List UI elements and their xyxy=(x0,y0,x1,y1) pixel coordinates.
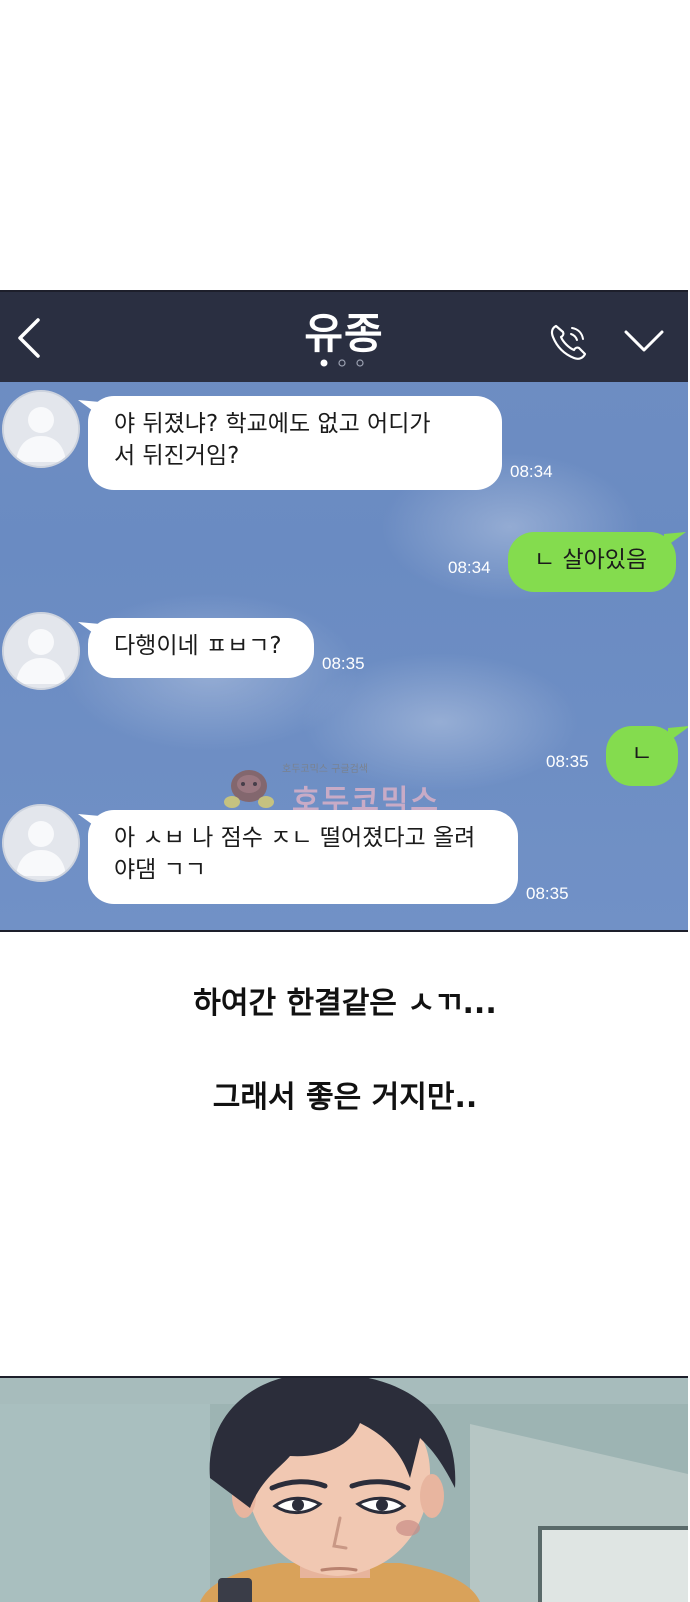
outgoing-message-bubble[interactable]: ㄴ 살아있음 xyxy=(508,532,676,592)
avatar[interactable] xyxy=(2,612,80,690)
message-timestamp: 08:34 xyxy=(448,558,491,577)
chat-screen-panel: 유종 야 뒤졌냐? 학교에도 없고 어디가 서 뒤진거임? 08:34 08:3… xyxy=(0,290,688,932)
message-text: 다행이네 ㅍㅂㄱ? xyxy=(114,633,282,659)
bubble-tail xyxy=(668,726,688,742)
character-illustration xyxy=(0,1378,688,1602)
character-illustration-panel xyxy=(0,1376,688,1602)
incoming-message-bubble[interactable]: 아 ㅅㅂ 나 점수 ㅈㄴ 떨어졌다고 올려 야댐 ㄱㄱ xyxy=(88,810,518,904)
avatar[interactable] xyxy=(2,804,80,882)
default-profile-icon xyxy=(4,806,78,880)
default-profile-icon xyxy=(4,392,78,466)
walnut-mascot-icon xyxy=(224,770,274,808)
message-text: ㄴ 살아있음 xyxy=(534,547,648,573)
default-profile-icon xyxy=(4,614,78,688)
message-timestamp: 08:35 xyxy=(526,884,569,903)
incoming-message-bubble[interactable]: 야 뒤졌냐? 학교에도 없고 어디가 서 뒤진거임? xyxy=(88,396,502,490)
message-timestamp: 08:34 xyxy=(510,462,553,481)
message-text-line: 야댐 ㄱㄱ xyxy=(114,857,206,883)
message-timestamp: 08:35 xyxy=(546,752,589,771)
message-text-line: 야 뒤졌냐? 학교에도 없고 어디가 xyxy=(114,411,431,437)
message-text-line: 아 ㅅㅂ 나 점수 ㅈㄴ 떨어졌다고 올려 xyxy=(114,825,476,851)
narration-line: 그래서 좋은 거지만.. xyxy=(212,1080,478,1115)
chevron-down-icon[interactable] xyxy=(622,326,666,356)
avatar[interactable] xyxy=(2,390,80,468)
message-timestamp: 08:35 xyxy=(322,654,365,673)
narration-line: 하여간 한결같은 ㅅㄲ... xyxy=(193,986,497,1021)
phone-icon[interactable] xyxy=(548,322,588,362)
message-text-line: 서 뒤진거임? xyxy=(114,443,240,469)
bubble-tail xyxy=(664,532,686,548)
incoming-message-bubble[interactable]: 다행이네 ㅍㅂㄱ? xyxy=(88,618,314,678)
chat-header: 유종 xyxy=(0,292,688,382)
page-indicator-dots xyxy=(320,359,364,367)
watermark-caption: 호두코믹스 구글검색 xyxy=(282,764,368,775)
